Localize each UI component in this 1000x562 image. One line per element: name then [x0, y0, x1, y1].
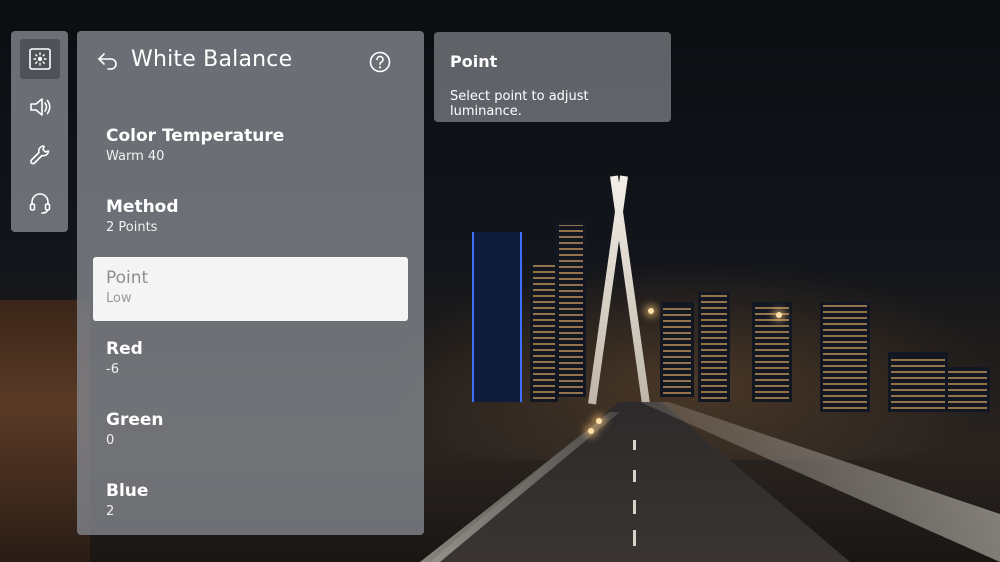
menu-item-method[interactable]: Method 2 Points — [77, 186, 424, 257]
building — [660, 302, 694, 397]
help-circle-icon[interactable] — [369, 51, 391, 73]
menu-item-green[interactable]: Green 0 — [77, 399, 424, 470]
sidebar-item-picture[interactable] — [19, 39, 60, 79]
menu-item-red[interactable]: Red -6 — [77, 328, 424, 399]
lane-marking — [633, 470, 636, 482]
menu-item-label: Red — [106, 339, 143, 359]
street-lamp — [648, 308, 654, 314]
street-lamp — [596, 418, 602, 424]
menu-item-label: Point — [106, 268, 149, 288]
building — [820, 302, 870, 412]
sidebar-item-general[interactable] — [20, 135, 60, 175]
menu-item-value: 2 Points — [106, 220, 158, 235]
sidebar-item-support[interactable] — [20, 183, 60, 223]
white-balance-panel: White Balance Color Temperature Warm 40 … — [77, 31, 424, 535]
menu-item-label: Color Temperature — [106, 126, 285, 146]
menu-item-point[interactable]: Point Low — [93, 257, 408, 321]
menu-item-value: Low — [106, 291, 132, 306]
street-lamp — [776, 312, 782, 318]
lane-marking — [633, 530, 636, 546]
menu-item-label: Method — [106, 197, 179, 217]
tooltip-title: Point — [450, 52, 498, 71]
picture-settings-icon — [28, 48, 51, 70]
menu-item-value: 2 — [106, 504, 115, 519]
settings-list: Color Temperature Warm 40 Method 2 Point… — [77, 115, 424, 535]
building — [752, 302, 792, 402]
lane-marking — [633, 440, 636, 450]
help-tooltip: Point Select point to adjust luminance. — [434, 32, 671, 122]
tooltip-text: Select point to adjust luminance. — [450, 89, 589, 119]
back-arrow-icon[interactable] — [97, 52, 119, 70]
menu-item-value: Warm 40 — [106, 149, 165, 164]
building — [530, 262, 558, 402]
menu-item-value: -6 — [106, 362, 119, 377]
headset-icon — [29, 193, 50, 214]
wrench-icon — [29, 145, 49, 165]
building — [888, 352, 948, 412]
building — [556, 222, 586, 397]
building — [945, 367, 990, 412]
page-title: White Balance — [131, 47, 293, 72]
menu-item-label: Blue — [106, 481, 149, 501]
building — [472, 232, 522, 402]
speaker-icon — [29, 98, 51, 116]
panel-header: White Balance — [77, 31, 424, 91]
settings-category-sidebar — [11, 31, 68, 232]
menu-item-value: 0 — [106, 433, 115, 448]
sidebar-item-sound[interactable] — [20, 87, 60, 127]
building — [698, 292, 730, 402]
lane-marking — [633, 500, 636, 514]
menu-item-blue[interactable]: Blue 2 — [77, 470, 424, 535]
street-lamp — [588, 428, 594, 434]
menu-item-color-temperature[interactable]: Color Temperature Warm 40 — [77, 115, 424, 186]
menu-item-label: Green — [106, 410, 164, 430]
